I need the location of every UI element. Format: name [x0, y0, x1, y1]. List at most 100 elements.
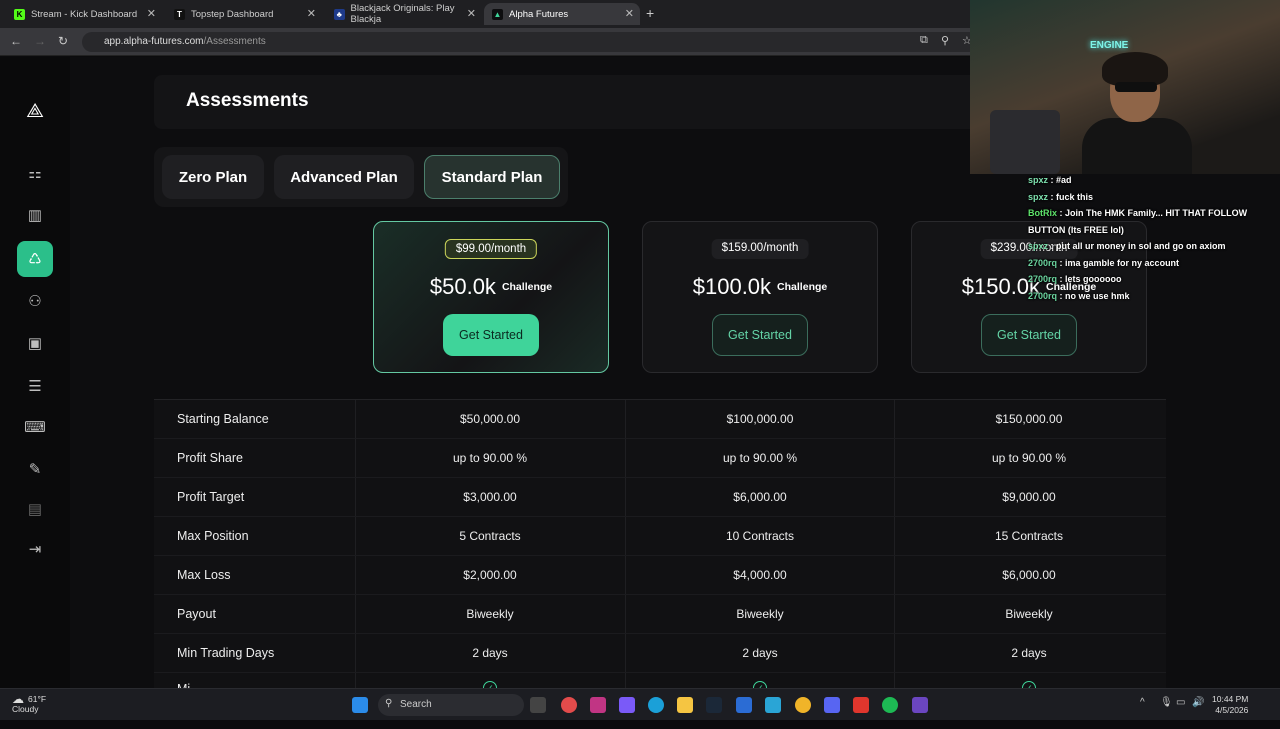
- table-cell: $150,000.00: [995, 412, 1063, 426]
- chat-message: BotRix : Join The HMK Family... HIT THAT…: [1028, 208, 1248, 235]
- person-hair: [1102, 52, 1168, 86]
- chat-message: 2700rq : lets goooooo: [1028, 274, 1122, 284]
- row-label: Min Trading Days: [177, 646, 275, 660]
- tab-advanced-plan[interactable]: Advanced Plan: [274, 155, 414, 199]
- alpha-logo-icon[interactable]: ⟁: [21, 97, 49, 125]
- table-cell: up to 90.00 %: [452, 451, 528, 465]
- reload-icon[interactable]: ↻: [58, 34, 68, 48]
- chat-message: spxz : fuck this: [1028, 191, 1094, 202]
- table-row: Profit Target $3,000.00 $6,000.00 $9,000.00: [154, 478, 1166, 517]
- tab-topstep[interactable]: T Topstep Dashboard ✕: [166, 3, 322, 25]
- tab-alpha-futures[interactable]: ▲ Alpha Futures ✕: [484, 3, 640, 25]
- table-cell: $9,000.00: [1002, 490, 1056, 504]
- task-view-icon[interactable]: [530, 697, 546, 713]
- tab-blackjack[interactable]: ♣ Blackjack Originals: Play Blackja ✕: [326, 3, 482, 25]
- windows-start-icon[interactable]: [352, 697, 368, 713]
- table-cell: Biweekly: [466, 607, 514, 621]
- assessments-icon[interactable]: ♺: [17, 241, 53, 277]
- sunglasses: [1115, 82, 1157, 92]
- kick-icon: K: [14, 8, 25, 20]
- stream-chat-overlay: spxz : #ad spxz : fuck this BotRix : Joi…: [1028, 172, 1280, 304]
- page-title: Assessments: [186, 90, 309, 111]
- new-tab-icon[interactable]: +: [646, 5, 654, 21]
- user-icon[interactable]: ⚇: [21, 287, 49, 315]
- table-cell: $2,000.00: [463, 568, 517, 582]
- clock[interactable]: 10:44 PM 4/5/2026: [1212, 694, 1248, 716]
- table-cell: $4,000.00: [733, 568, 787, 582]
- back-icon[interactable]: ←: [10, 34, 22, 48]
- webcam-overlay: ENGINE: [970, 0, 1280, 174]
- notes-icon[interactable]: ▤: [21, 495, 49, 523]
- close-icon[interactable]: ✕: [467, 7, 476, 20]
- close-icon[interactable]: ✕: [147, 7, 156, 20]
- app-icon[interactable]: [853, 697, 869, 713]
- blackjack-icon: ♣: [334, 8, 345, 20]
- app-icon[interactable]: [912, 697, 928, 713]
- amount-value: $50.0k: [429, 274, 496, 299]
- get-started-button[interactable]: Get Started: [981, 314, 1077, 356]
- instagram-icon[interactable]: [590, 697, 606, 713]
- volume-icon[interactable]: 🔊: [1192, 697, 1204, 708]
- chrome-icon[interactable]: [795, 697, 811, 713]
- challenge-label: Challenge: [501, 281, 553, 293]
- plan-tabs: Zero Plan Advanced Plan Standard Plan: [154, 147, 568, 207]
- app-icon[interactable]: [561, 697, 577, 713]
- get-started-button[interactable]: Get Started: [443, 314, 539, 356]
- account-size: $50.0k Challenge: [430, 274, 552, 300]
- table-cell: 2 days: [742, 646, 778, 660]
- close-icon[interactable]: ✕: [625, 7, 634, 20]
- chart-icon[interactable]: ▥: [21, 201, 49, 229]
- dashboard-grid-icon[interactable]: ⚏: [21, 159, 49, 187]
- table-cell: $3,000.00: [463, 490, 517, 504]
- chat-message: spxz : put all ur money in sol and go on…: [1028, 241, 1226, 251]
- table-cell: Biweekly: [1005, 607, 1053, 621]
- row-label: Max Position: [177, 529, 249, 543]
- person-torso: [1082, 118, 1192, 174]
- chevron-up-icon[interactable]: ^: [1140, 697, 1145, 708]
- table-row: Starting Balance $50,000.00 $100,000.00 $15…: [154, 400, 1166, 439]
- forward-icon[interactable]: →: [34, 34, 46, 48]
- monitor-icon[interactable]: ⌨: [21, 413, 49, 441]
- discord-icon[interactable]: [824, 697, 840, 713]
- file-explorer-icon[interactable]: [677, 697, 693, 713]
- get-started-button[interactable]: Get Started: [712, 314, 808, 356]
- weather-widget[interactable]: ☁ 61°F Cloudy: [12, 693, 46, 714]
- taskbar-search[interactable]: ⚲ Search: [378, 694, 524, 716]
- logout-icon[interactable]: ⇥: [21, 535, 49, 563]
- tab-kick[interactable]: K Stream - Kick Dashboard ✕: [6, 3, 162, 25]
- certificate-icon[interactable]: ✎: [21, 455, 49, 483]
- id-card-icon[interactable]: ▣: [21, 329, 49, 357]
- plan-card-100k[interactable]: $159.00/month $100.0k Challenge Get Start…: [642, 221, 878, 373]
- alpha-futures-icon: ▲: [492, 8, 503, 20]
- tab-standard-plan[interactable]: Standard Plan: [424, 155, 560, 199]
- search-icon: ⚲: [385, 698, 393, 709]
- table-cell: up to 90.00 %: [991, 451, 1067, 465]
- row-label: Starting Balance: [177, 412, 269, 426]
- store-icon[interactable]: [736, 697, 752, 713]
- table-row: Min Trading Days 2 days 2 days 2 days: [154, 634, 1166, 673]
- zoom-icon[interactable]: ⚲: [941, 34, 949, 47]
- search-placeholder: Search: [400, 699, 432, 710]
- plan-card-50k[interactable]: $99.00/month $50.0k Challenge Get Started: [373, 221, 609, 373]
- document-icon[interactable]: ☰: [21, 372, 49, 400]
- account-size: $100.0k Challenge: [693, 274, 827, 300]
- tab-title: Stream - Kick Dashboard: [31, 8, 138, 20]
- microphone-icon[interactable]: 🎙: [1160, 697, 1173, 708]
- edge-icon[interactable]: [648, 697, 664, 713]
- table-cell: Biweekly: [736, 607, 784, 621]
- table-cell: 5 Contracts: [459, 529, 521, 543]
- row-label: Profit Target: [177, 490, 245, 504]
- close-icon[interactable]: ✕: [307, 7, 316, 20]
- table-cell: $6,000.00: [733, 490, 787, 504]
- url-field[interactable]: app.alpha-futures.com/Assessments: [82, 32, 982, 52]
- table-cell: 10 Contracts: [725, 529, 795, 543]
- plan-comparison-table: Starting Balance $50,000.00 $100,000.00 $15…: [154, 399, 1166, 696]
- spotify-icon[interactable]: [882, 697, 898, 713]
- app-icon[interactable]: [619, 697, 635, 713]
- steam-icon[interactable]: [706, 697, 722, 713]
- url-path: /Assessments: [203, 36, 266, 47]
- tab-zero-plan[interactable]: Zero Plan: [162, 155, 264, 199]
- network-icon[interactable]: ▭: [1176, 697, 1185, 708]
- install-icon[interactable]: ⧉: [920, 34, 928, 47]
- app-icon[interactable]: [765, 697, 781, 713]
